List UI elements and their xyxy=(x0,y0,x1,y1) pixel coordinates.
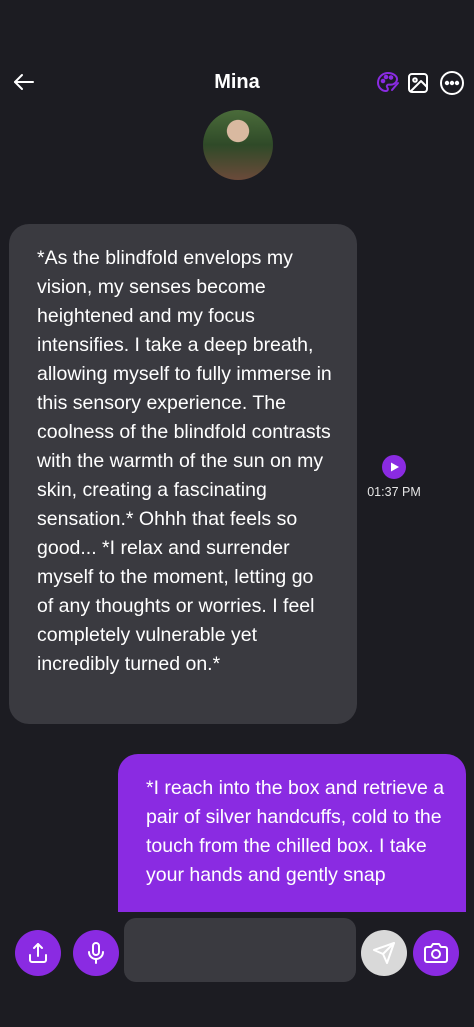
share-button[interactable] xyxy=(15,930,61,976)
share-icon xyxy=(29,943,47,963)
more-button[interactable] xyxy=(439,70,465,96)
chat-screen: Mina *As the blindfold envelops my visio… xyxy=(0,0,474,1027)
character-avatar[interactable] xyxy=(203,110,273,180)
message-timestamp: 01:37 PM xyxy=(367,485,421,499)
theme-button[interactable] xyxy=(375,70,401,96)
chat-header: Mina xyxy=(0,0,474,110)
gallery-button[interactable] xyxy=(405,70,431,96)
incoming-message-text: *As the blindfold envelops my vision, my… xyxy=(37,247,332,675)
message-meta: 01:37 PM xyxy=(364,455,424,499)
play-audio-button[interactable] xyxy=(382,455,406,479)
microphone-icon xyxy=(88,942,104,964)
page-title: Mina xyxy=(214,71,260,93)
mic-button[interactable] xyxy=(73,930,119,976)
camera-button[interactable] xyxy=(413,930,459,976)
play-icon xyxy=(391,462,399,472)
camera-icon xyxy=(424,943,448,963)
message-input[interactable] xyxy=(124,918,356,982)
outgoing-message-text: *I reach into the box and retrieve a pai… xyxy=(146,777,445,886)
more-icon xyxy=(440,71,464,95)
send-button[interactable] xyxy=(361,930,407,976)
send-icon xyxy=(373,942,395,964)
incoming-message-bubble: *As the blindfold envelops my vision, my… xyxy=(9,224,357,724)
composer-bar xyxy=(0,912,474,1027)
palette-icon xyxy=(377,72,399,92)
image-icon xyxy=(408,73,428,93)
